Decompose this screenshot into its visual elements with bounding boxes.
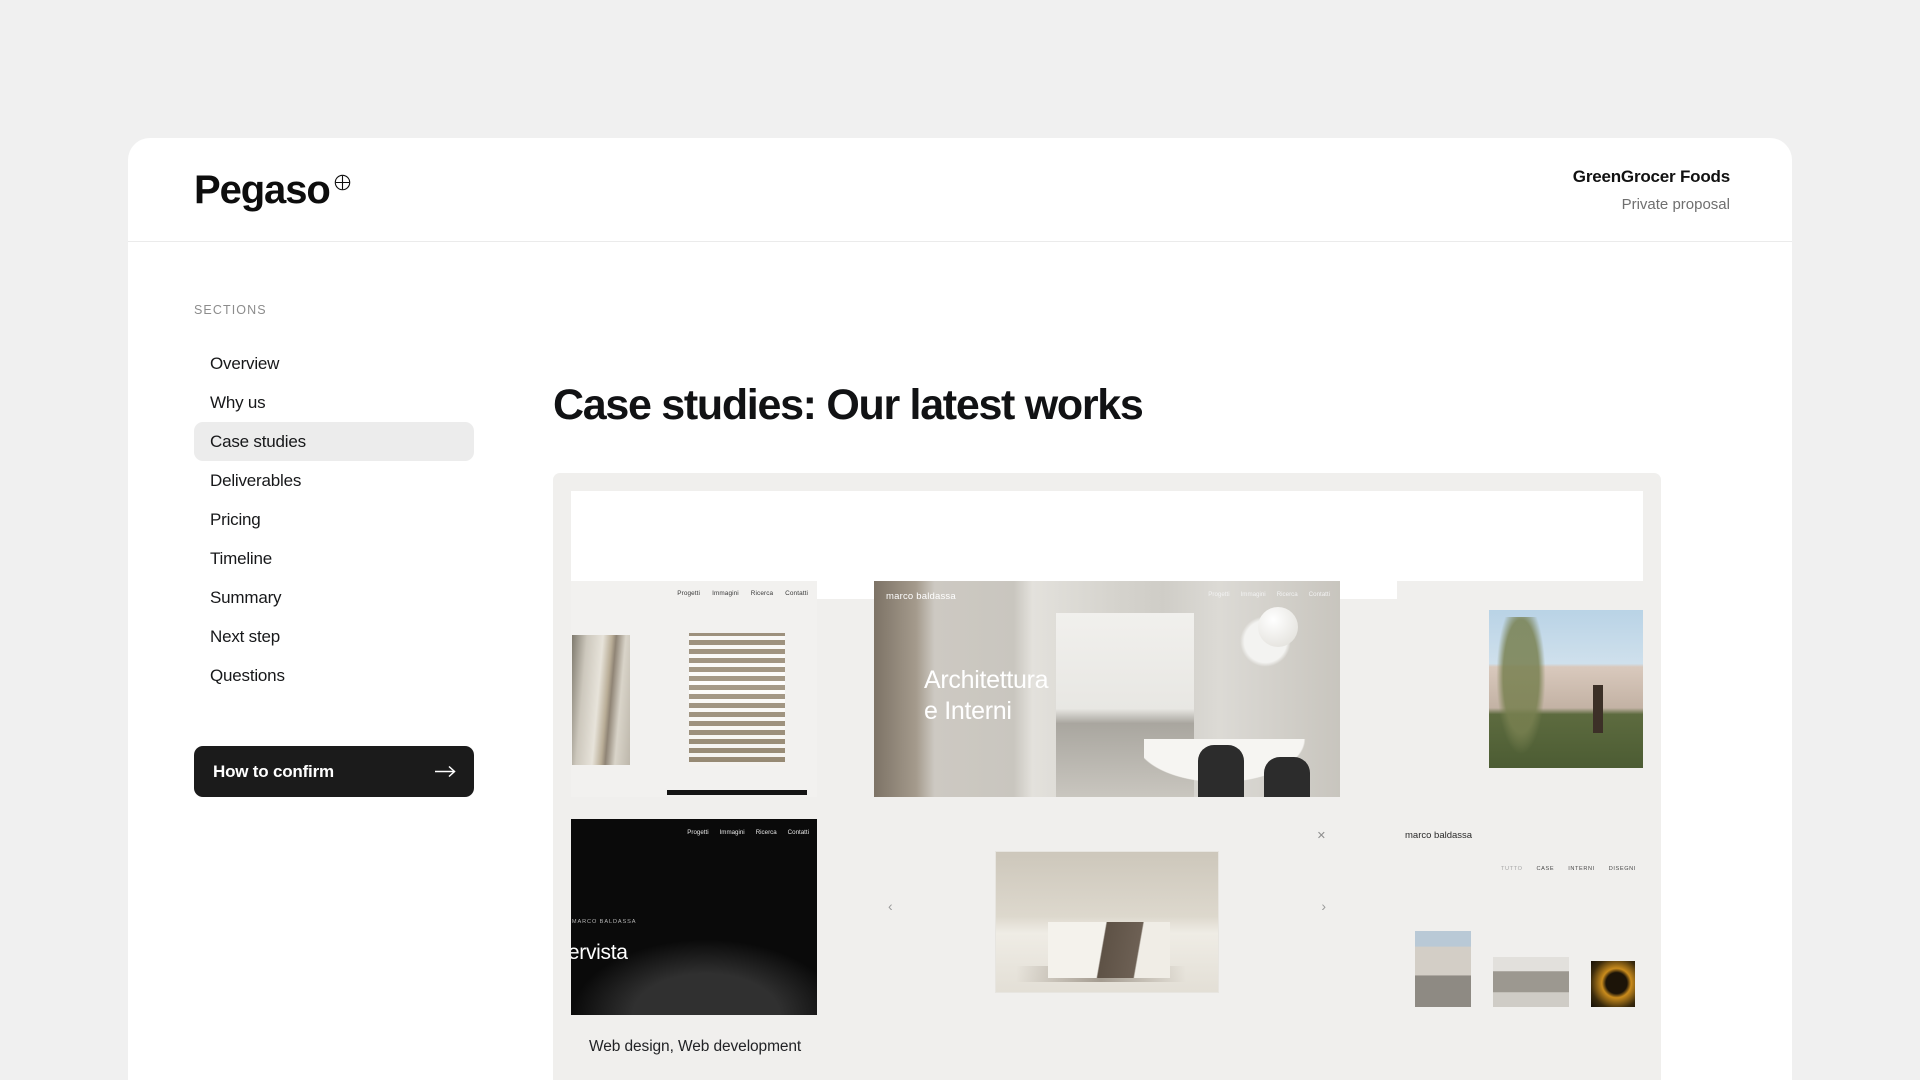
app-body: SECTIONS Overview Why us Case studies De… (128, 242, 1792, 1080)
nav-ricerca: Ricerca (1276, 591, 1298, 598)
sidebar-item-next-step[interactable]: Next step (194, 617, 474, 656)
tree (1493, 617, 1549, 765)
nav-contatti: Contatti (1308, 591, 1330, 598)
client-info: GreenGrocer Foods Private proposal (1573, 167, 1730, 213)
sidebar-item-label: Overview (210, 353, 280, 373)
brand-logo[interactable]: Pegaso (194, 170, 351, 210)
nav-progetti: Progetti (677, 590, 701, 597)
close-icon[interactable]: ✕ (1317, 829, 1326, 842)
hero-title-line1: Architettura (924, 666, 1049, 694)
arrow-right-icon (435, 765, 456, 778)
filter-disegni[interactable]: DISEGNI (1609, 866, 1636, 872)
tile-gallery-page[interactable]: marco baldassa TUTTO CASE INTERNI DISEGN… (1397, 819, 1643, 1015)
sidebar-item-summary[interactable]: Summary (194, 578, 474, 617)
sidebar-item-questions[interactable]: Questions (194, 656, 474, 695)
nav-ricerca: Ricerca (750, 590, 774, 597)
pendant-lamp (1258, 607, 1298, 647)
sidebar-item-deliverables[interactable]: Deliverables (194, 461, 474, 500)
hero-nav: Progetti Immagini Ricerca Contatti (1208, 591, 1330, 598)
sidebar-item-label: Why us (210, 392, 266, 412)
page-title: Case studies: Our latest works (553, 381, 1144, 429)
case-study-card[interactable]: Progetti Immagini Ricerca Contatti marco… (553, 473, 1661, 1080)
sidebar-item-label: Case studies (210, 431, 306, 451)
nav-progetti: Progetti (687, 829, 709, 836)
chevron-left-icon[interactable]: ‹ (888, 898, 893, 914)
main-content: Case studies: Our latest works Progetti … (553, 242, 1792, 1080)
tile-exterior-page[interactable] (1397, 581, 1643, 797)
how-to-confirm-button[interactable]: How to confirm (194, 746, 474, 797)
chair (1264, 757, 1310, 797)
hero-title: Architettura e Interni (924, 665, 1049, 726)
filter-tutto[interactable]: TUTTO (1501, 866, 1523, 872)
tile-list-nav: Progetti Immagini Ricerca Contatti (571, 581, 817, 597)
sidebar-item-timeline[interactable]: Timeline (194, 539, 474, 578)
stairs-photo (689, 633, 785, 766)
sections-label: SECTIONS (194, 303, 267, 317)
circled-plus-icon (334, 174, 351, 191)
nav-immagini: Immagini (712, 590, 739, 597)
confirm-button-label: How to confirm (213, 761, 334, 781)
sidebar-item-case-studies[interactable]: Case studies (194, 422, 474, 461)
gallery-thumbnails (1415, 931, 1635, 1007)
nav-progetti: Progetti (1208, 591, 1230, 598)
interview-nav: Progetti Immagini Ricerca Contatti (687, 829, 809, 836)
chevron-right-icon[interactable]: › (1321, 898, 1326, 914)
tile-list-page[interactable]: Progetti Immagini Ricerca Contatti (571, 581, 817, 797)
client-subtitle: Private proposal (1621, 195, 1730, 213)
brand-name: Pegaso (194, 167, 331, 212)
nav-contatti: Contatti (787, 829, 809, 836)
sidebar-item-label: Timeline (210, 548, 273, 568)
app-header: Pegaso GreenGrocer Foods Private proposa… (128, 138, 1792, 242)
entrance-door (1593, 685, 1603, 733)
sidebar-item-label: Deliverables (210, 470, 302, 490)
app-window: Pegaso GreenGrocer Foods Private proposa… (128, 138, 1792, 1080)
sidebar-item-pricing[interactable]: Pricing (194, 500, 474, 539)
client-name: GreenGrocer Foods (1572, 166, 1730, 186)
case-study-tags: Web design, Web development (589, 1038, 802, 1055)
tile-lightbox-page[interactable]: ✕ ‹ › (874, 819, 1340, 993)
hallway-photo (572, 635, 630, 765)
hero-title-line2: e Interni (924, 696, 1012, 725)
gallery-filters: TUTTO CASE INTERNI DISEGNI DETTAGLI PL (1501, 866, 1643, 872)
sidebar-item-label: Summary (210, 587, 282, 607)
interview-breadcrumb: / MARCO BALDASSA (571, 919, 637, 925)
sidebar-item-label: Questions (210, 665, 285, 685)
sidebar-item-overview[interactable]: Overview (194, 344, 474, 383)
case-study-caption: Web design, Web development An architect… (571, 1038, 1643, 1080)
sidebar-item-why-us[interactable]: Why us (194, 383, 474, 422)
gallery-thumbnail[interactable] (1591, 961, 1635, 1007)
progress-indicator (667, 790, 807, 795)
gallery-thumbnail[interactable] (1415, 931, 1471, 1007)
interview-title: ntervista (571, 941, 628, 964)
gallery-thumbnail[interactable] (1493, 957, 1569, 1007)
nav-immagini: Immagini (719, 829, 745, 836)
sidebar-item-label: Next step (210, 626, 281, 646)
nav-contatti: Contatti (785, 590, 808, 597)
case-study-tiles: Progetti Immagini Ricerca Contatti marco… (571, 581, 1643, 1015)
sidebar: SECTIONS Overview Why us Case studies De… (128, 242, 553, 1080)
nav-immagini: Immagini (1240, 591, 1266, 598)
sidebar-item-label: Pricing (210, 509, 261, 529)
hero-brand: marco baldassa (886, 591, 956, 602)
model-photo (995, 851, 1219, 993)
nav-ricerca: Ricerca (755, 829, 777, 836)
tile-interview-page[interactable]: Progetti Immagini Ricerca Contatti / MAR… (571, 819, 817, 1015)
gallery-brand: marco baldassa (1405, 830, 1473, 841)
chair (1198, 745, 1244, 797)
filter-case[interactable]: CASE (1537, 866, 1555, 872)
architectural-model (1048, 922, 1170, 978)
sidebar-nav-list: Overview Why us Case studies Deliverable… (194, 344, 474, 695)
filter-interni[interactable]: INTERNI (1568, 866, 1595, 872)
tile-hero-page[interactable]: marco baldassa Progetti Immagini Ricerca… (874, 581, 1340, 797)
